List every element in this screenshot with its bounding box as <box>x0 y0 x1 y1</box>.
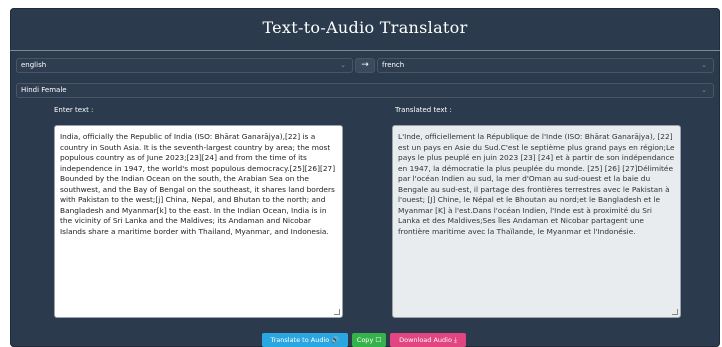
voice-select[interactable]: Hindi Female ⌄ <box>16 83 714 98</box>
title-divider <box>10 50 720 51</box>
resize-handle-icon[interactable] <box>334 309 340 315</box>
app-frame: Text-to-Audio Translator english ⌄ → fre… <box>10 8 720 347</box>
swap-language-button[interactable]: → <box>355 58 375 73</box>
arrow-right-icon: → <box>361 60 369 70</box>
chevron-down-icon: ⌄ <box>340 61 346 69</box>
source-text-area[interactable]: India, officially the Republic of India … <box>54 125 343 318</box>
output-label: Translated text : <box>395 106 452 114</box>
target-language-value: french <box>382 61 405 69</box>
source-language-select[interactable]: english ⌄ <box>16 58 353 73</box>
chevron-down-icon: ⌄ <box>701 61 707 69</box>
resize-handle-icon[interactable] <box>672 309 678 315</box>
chevron-down-icon: ⌄ <box>701 86 707 94</box>
target-language-select[interactable]: french ⌄ <box>377 58 714 73</box>
input-label: Enter text : <box>54 106 94 114</box>
translated-text: L'Inde, officiellement la République de … <box>398 132 675 236</box>
source-text: India, officially the Republic of India … <box>60 132 336 236</box>
source-language-value: english <box>21 61 47 69</box>
page-title: Text-to-Audio Translator <box>262 18 468 37</box>
download-audio-button[interactable]: Download Audio ⤓ <box>390 333 466 347</box>
translated-text-area[interactable]: L'Inde, officiellement la République de … <box>392 125 681 318</box>
translate-to-audio-button[interactable]: Translate to Audio 🔊 <box>262 333 348 347</box>
voice-value: Hindi Female <box>21 86 67 94</box>
copy-button[interactable]: Copy ☐ <box>352 333 386 347</box>
